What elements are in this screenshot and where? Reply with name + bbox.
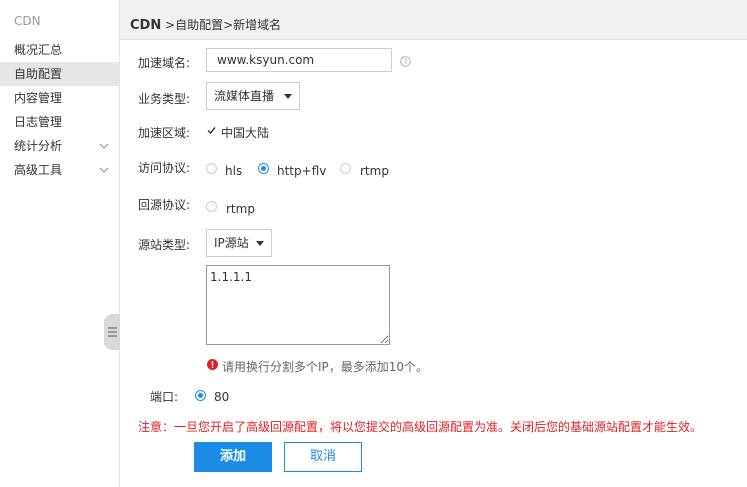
protocol-radio-httpflv[interactable] — [258, 163, 269, 174]
add-button[interactable]: 添加 — [194, 442, 272, 472]
protocol-option-rtmp: rtmp — [360, 164, 389, 178]
origin-type-value: IP源站 — [214, 236, 249, 250]
port-radio[interactable] — [195, 390, 206, 401]
sidebar-title: CDN — [14, 14, 41, 28]
origin-protocol-option-rtmp: rtmp — [226, 202, 255, 216]
sidebar: CDN 概况汇总 自助配置 内容管理 日志管理 统计分析 高级工具 — [0, 0, 120, 487]
protocol-radio-hls[interactable] — [206, 163, 217, 174]
main-content: CDN >自助配置>新增域名 加速域名: www.ksyun.com ? 业务类… — [120, 0, 747, 487]
sidebar-item-overview[interactable]: 概况汇总 — [0, 38, 119, 62]
protocol-radio-rtmp[interactable] — [340, 163, 351, 174]
sidebar-item-content[interactable]: 内容管理 — [0, 86, 119, 110]
region-label: 加速区域: — [138, 126, 191, 140]
sidebar-item-statistics[interactable]: 统计分析 — [0, 134, 119, 158]
region-checkbox[interactable] — [207, 126, 216, 135]
sidebar-collapse-handle[interactable] — [104, 314, 120, 350]
sidebar-item-label: 统计分析 — [14, 139, 63, 153]
region-option-label: 中国大陆 — [221, 126, 270, 140]
sidebar-item-self-config[interactable]: 自助配置 — [0, 62, 119, 86]
breadcrumb: CDN >自助配置>新增域名 — [130, 16, 281, 33]
breadcrumb-root[interactable]: CDN — [130, 18, 161, 33]
protocol-label: 访问协议: — [138, 161, 191, 175]
breadcrumb-trail: >自助配置>新增域名 — [161, 18, 282, 32]
ip-hint: 请用换行分割多个IP，最多添加10个。 — [222, 360, 429, 374]
protocol-option-httpflv: http+flv — [277, 164, 327, 178]
biz-type-label: 业务类型: — [138, 92, 191, 106]
port-label: 端口: — [150, 390, 179, 404]
domain-input[interactable]: www.ksyun.com — [206, 48, 392, 72]
page-header: CDN >自助配置>新增域名 — [120, 0, 747, 40]
chevron-down-icon — [99, 143, 109, 149]
protocol-option-hls: hls — [225, 164, 243, 178]
origin-type-label: 源站类型: — [138, 238, 191, 252]
cancel-button[interactable]: 取消 — [284, 442, 362, 472]
help-icon[interactable]: ? — [400, 56, 411, 67]
sidebar-item-logs[interactable]: 日志管理 — [0, 110, 119, 134]
port-value: 80 — [214, 390, 230, 404]
caret-down-icon — [256, 241, 264, 246]
caret-down-icon — [284, 94, 292, 99]
origin-ip-textarea[interactable]: 1.1.1.1 — [206, 265, 390, 345]
biz-type-select[interactable]: 流媒体直播 — [206, 82, 300, 110]
svg-text:?: ? — [404, 58, 408, 66]
domain-label: 加速域名: — [138, 56, 191, 70]
origin-type-select[interactable]: IP源站 — [206, 229, 272, 257]
sidebar-item-advanced-tools[interactable]: 高级工具 — [0, 158, 119, 182]
warning-icon — [207, 359, 218, 370]
chevron-down-icon — [99, 167, 109, 173]
origin-protocol-label: 回源协议: — [138, 198, 191, 212]
origin-protocol-radio-rtmp[interactable] — [206, 201, 217, 212]
notice-text: 注意：一旦您开启了高级回源配置，将以您提交的高级回源配置为准。关闭后您的基础源站… — [138, 420, 703, 434]
sidebar-item-label: 高级工具 — [14, 163, 63, 177]
biz-type-value: 流媒体直播 — [214, 89, 275, 103]
